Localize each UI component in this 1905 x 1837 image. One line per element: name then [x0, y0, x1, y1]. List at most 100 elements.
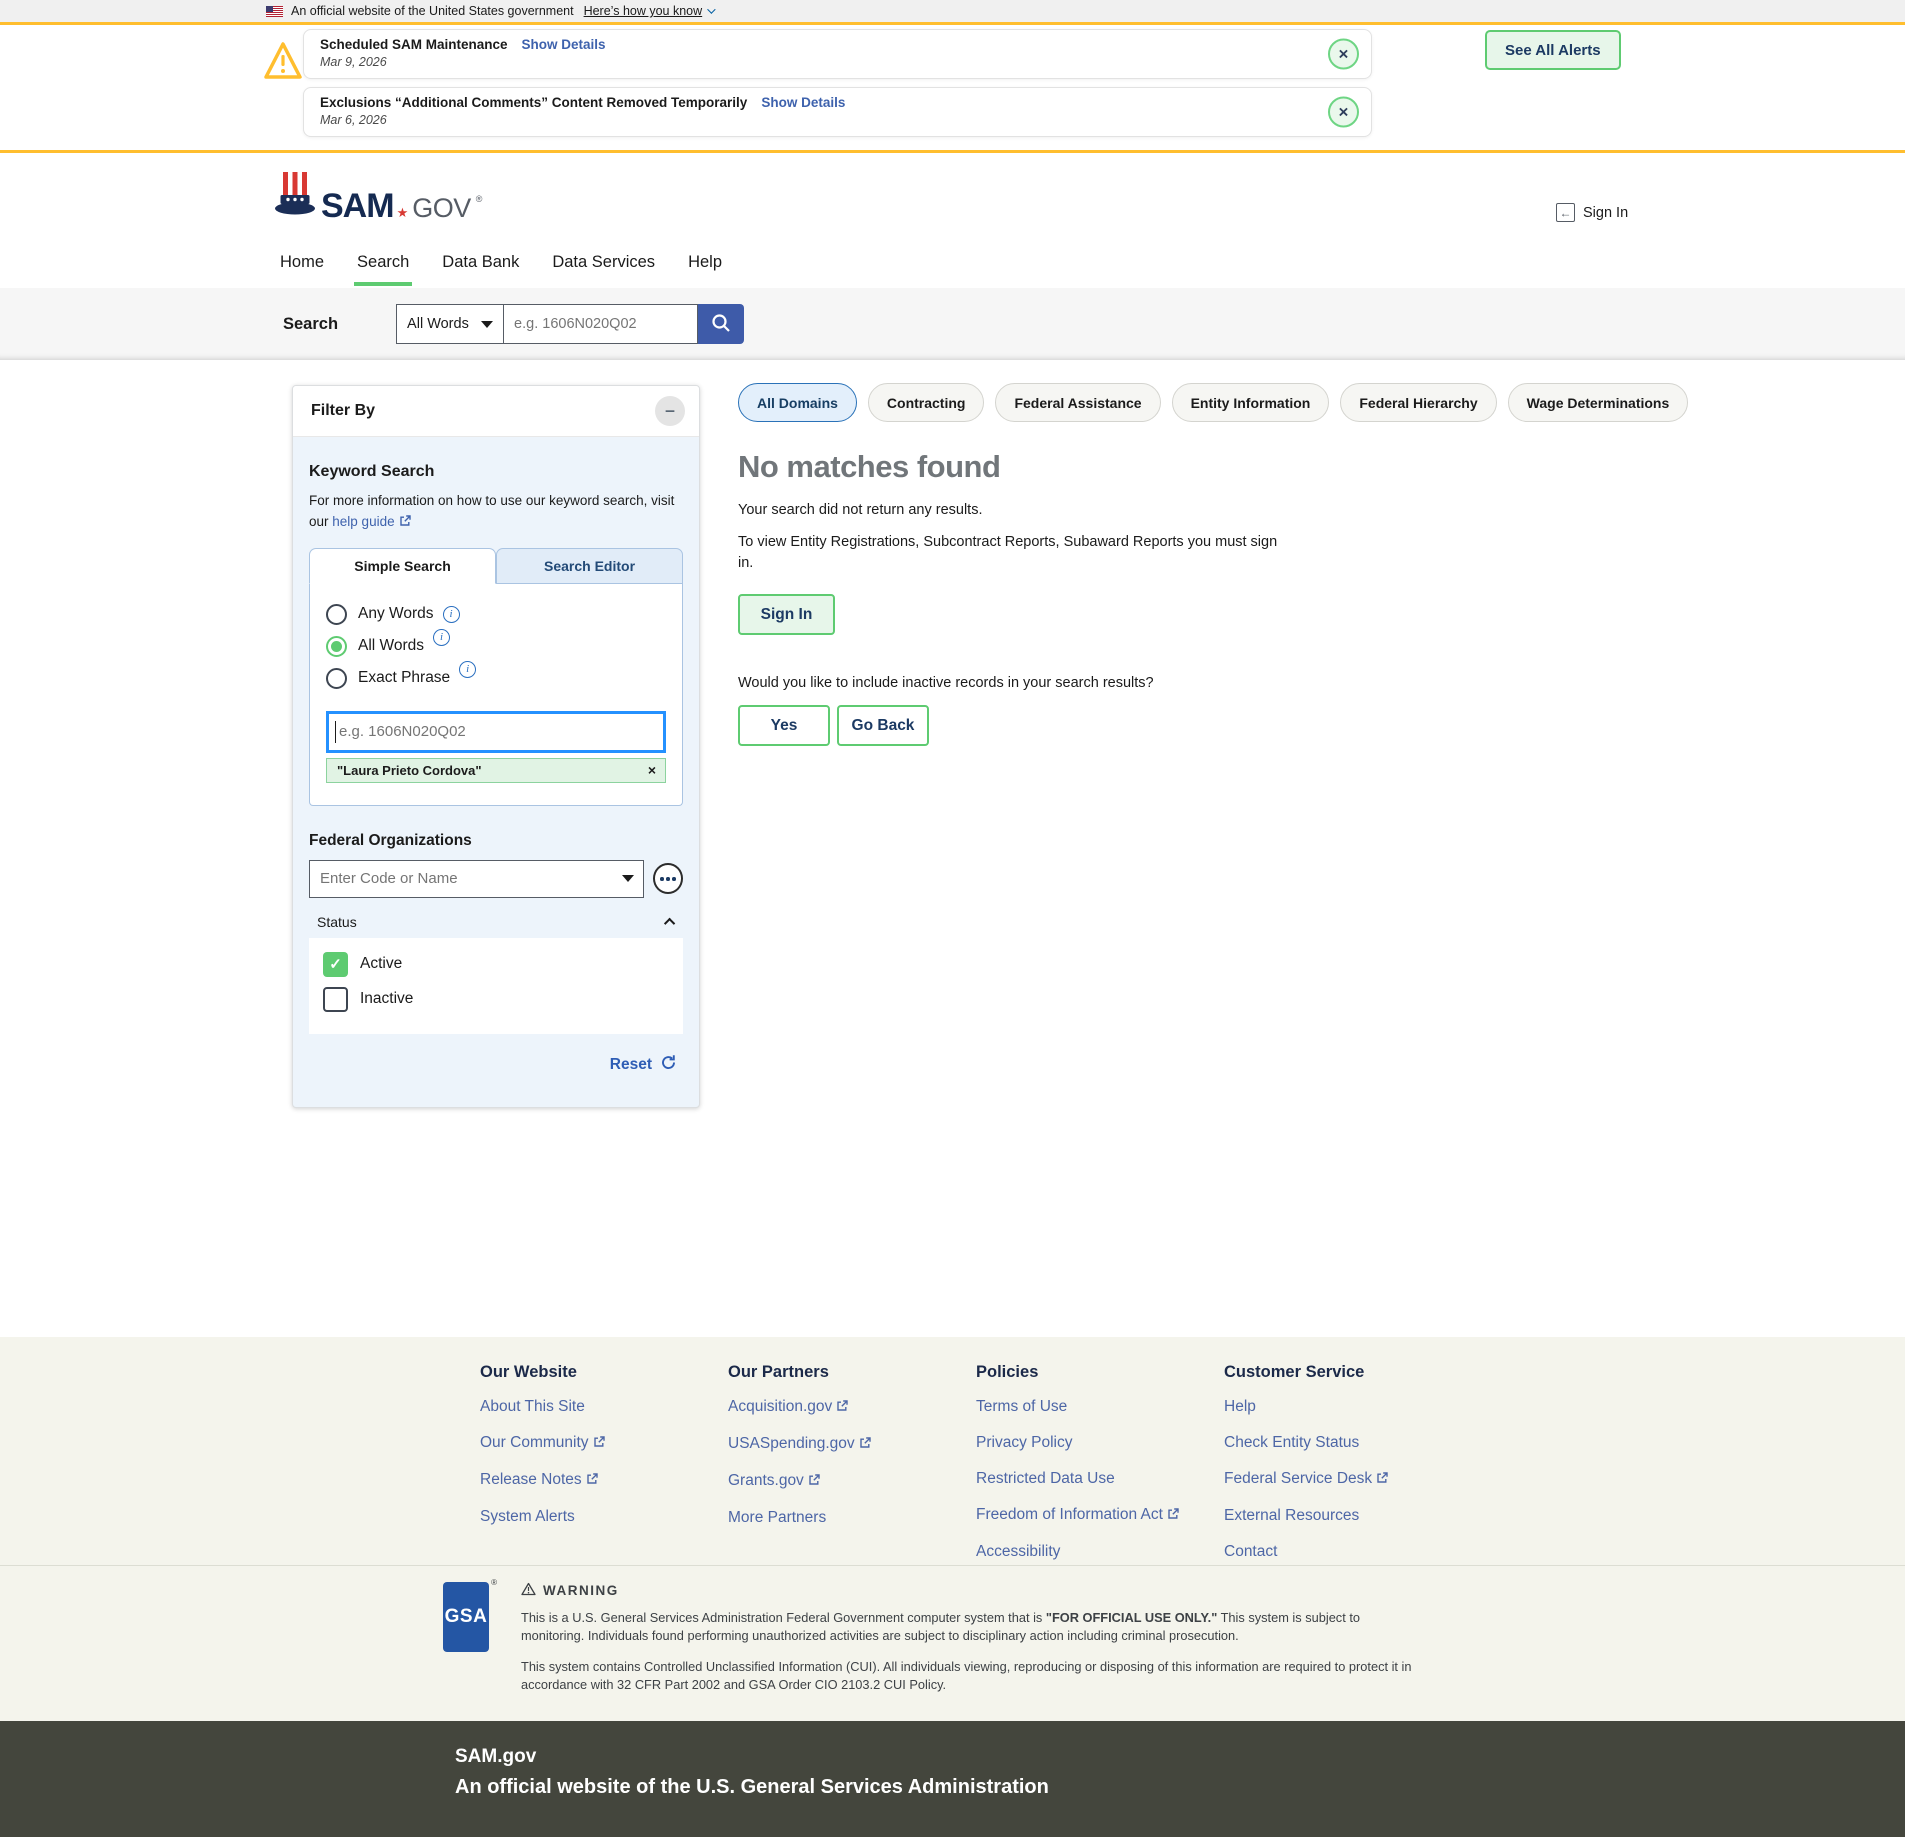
- collapse-filters-button[interactable]: −: [655, 396, 685, 426]
- filter-panel: Filter By − Keyword Search For more info…: [292, 385, 700, 1108]
- reset-filters-link[interactable]: Reset: [610, 1056, 652, 1074]
- main-content: Filter By − Keyword Search For more info…: [0, 360, 1905, 1337]
- checkbox-active[interactable]: ✓: [323, 952, 348, 977]
- enter-arrow-icon: ←: [1556, 203, 1575, 222]
- info-icon[interactable]: i: [433, 629, 450, 646]
- footer-col-our-partners: Our Partners Acquisition.gov USASpending…: [728, 1363, 976, 1565]
- tab-search-editor[interactable]: Search Editor: [496, 548, 683, 584]
- info-icon[interactable]: i: [459, 661, 476, 678]
- yes-button[interactable]: Yes: [738, 705, 830, 746]
- status-options: ✓ Active Inactive: [309, 938, 683, 1034]
- help-guide-link[interactable]: help guide: [332, 514, 410, 529]
- footer-link-our-community[interactable]: Our Community: [480, 1434, 728, 1453]
- alert-title: Exclusions “Additional Comments” Content…: [320, 95, 747, 110]
- search-mode-select[interactable]: All Words: [396, 304, 504, 344]
- footer-link-more-partners[interactable]: More Partners: [728, 1509, 976, 1527]
- nav-item-search[interactable]: Search: [354, 239, 412, 286]
- external-link-icon: [399, 513, 411, 534]
- checkbox-inactive[interactable]: [323, 987, 348, 1012]
- sam-gov-logo[interactable]: SAM★GOV®: [274, 170, 482, 222]
- footer-link-check-entity-status[interactable]: Check Entity Status: [1224, 1434, 1504, 1452]
- footer-col-customer-service: Customer Service Help Check Entity Statu…: [1224, 1363, 1504, 1565]
- footer-link-terms-of-use[interactable]: Terms of Use: [976, 1398, 1224, 1416]
- checkbox-inactive-label: Inactive: [360, 990, 413, 1008]
- no-results-subtitle: Your search did not return any results.: [738, 502, 1538, 518]
- search-input[interactable]: [504, 304, 698, 344]
- radio-all-words[interactable]: [326, 636, 347, 657]
- close-icon[interactable]: ×: [1328, 39, 1359, 70]
- footer-link-privacy-policy[interactable]: Privacy Policy: [976, 1434, 1224, 1452]
- site-header: SAM★GOV® ← Sign In: [0, 153, 1905, 237]
- gsa-warning-band: GSA ® WARNING This is a U.S. General Ser…: [0, 1565, 1905, 1721]
- go-back-button[interactable]: Go Back: [837, 705, 929, 746]
- see-all-alerts-button[interactable]: See All Alerts: [1485, 30, 1621, 70]
- show-details-link[interactable]: Show Details: [522, 37, 606, 52]
- alert-title: Scheduled SAM Maintenance: [320, 37, 508, 52]
- external-link-icon: [1167, 1507, 1179, 1525]
- footer-link-federal-service-desk[interactable]: Federal Service Desk: [1224, 1470, 1504, 1489]
- warning-triangle-small-icon: [521, 1582, 536, 1599]
- radio-exact-phrase[interactable]: [326, 668, 347, 689]
- footer-link-foia[interactable]: Freedom of Information Act: [976, 1506, 1224, 1525]
- footer-link-system-alerts[interactable]: System Alerts: [480, 1508, 728, 1526]
- nav-item-help[interactable]: Help: [685, 239, 725, 286]
- remove-chip-icon[interactable]: ×: [648, 762, 656, 778]
- logo-registered-mark: ®: [476, 194, 483, 204]
- keyword-search-heading: Keyword Search: [309, 463, 683, 481]
- bottom-bar: SAM.gov An official website of the U.S. …: [0, 1721, 1905, 1837]
- nav-item-home[interactable]: Home: [277, 239, 327, 286]
- include-inactive-question: Would you like to include inactive recor…: [738, 675, 1538, 691]
- pill-federal-assistance[interactable]: Federal Assistance: [995, 383, 1160, 422]
- us-flag-icon: [266, 6, 283, 17]
- show-details-link[interactable]: Show Details: [761, 95, 845, 110]
- sign-in-label: Sign In: [1583, 205, 1628, 221]
- more-options-button[interactable]: [653, 863, 683, 894]
- footer-link-usaspending-gov[interactable]: USASpending.gov: [728, 1435, 976, 1454]
- pill-all-domains[interactable]: All Domains: [738, 383, 857, 422]
- pill-contracting[interactable]: Contracting: [868, 383, 985, 422]
- footer-link-restricted-data-use[interactable]: Restricted Data Use: [976, 1470, 1224, 1488]
- tab-simple-search[interactable]: Simple Search: [309, 548, 496, 584]
- chevron-up-icon: [664, 918, 675, 929]
- footer-link-about-this-site[interactable]: About This Site: [480, 1398, 728, 1416]
- federal-org-combo-input[interactable]: [309, 860, 644, 898]
- close-icon[interactable]: ×: [1328, 97, 1359, 128]
- reset-icon[interactable]: [660, 1054, 677, 1076]
- footer-link-contact[interactable]: Contact: [1224, 1543, 1504, 1561]
- keyword-input[interactable]: [326, 711, 666, 753]
- alert-maintenance: Scheduled SAM Maintenance Show Details M…: [303, 29, 1372, 79]
- footer-links: Our Website About This Site Our Communit…: [0, 1337, 1905, 1565]
- nav-item-data-services[interactable]: Data Services: [549, 239, 658, 286]
- how-you-know-link[interactable]: Here’s how you know: [584, 4, 714, 18]
- caret-down-icon[interactable]: [622, 875, 634, 882]
- pill-entity-information[interactable]: Entity Information: [1172, 383, 1330, 422]
- footer-link-accessibility[interactable]: Accessibility: [976, 1543, 1224, 1561]
- footer-heading: Customer Service: [1224, 1363, 1504, 1382]
- help-guide-label: help guide: [332, 514, 394, 529]
- warning-paragraph-1: This is a U.S. General Services Administ…: [521, 1609, 1413, 1645]
- info-icon[interactable]: i: [443, 606, 460, 623]
- pill-wage-determinations[interactable]: Wage Determinations: [1508, 383, 1689, 422]
- uncle-sam-hat-icon: [274, 170, 316, 222]
- footer-link-acquisition-gov[interactable]: Acquisition.gov: [728, 1398, 976, 1417]
- footer-col-policies: Policies Terms of Use Privacy Policy Res…: [976, 1363, 1224, 1565]
- alert-date: Mar 9, 2026: [320, 55, 1315, 69]
- filter-header: Filter By −: [293, 386, 699, 437]
- how-you-know-label: Here’s how you know: [584, 4, 703, 18]
- footer-link-grants-gov[interactable]: Grants.gov: [728, 1472, 976, 1491]
- bottom-site-name: SAM.gov: [455, 1746, 1905, 1768]
- footer-link-external-resources[interactable]: External Resources: [1224, 1507, 1504, 1525]
- status-header[interactable]: Status: [317, 914, 675, 930]
- radio-any-words-label: Any Words: [358, 605, 434, 623]
- radio-any-words[interactable]: [326, 604, 347, 625]
- pill-federal-hierarchy[interactable]: Federal Hierarchy: [1340, 383, 1496, 422]
- footer-link-release-notes[interactable]: Release Notes: [480, 1471, 728, 1490]
- sign-in-button[interactable]: Sign In: [738, 594, 835, 635]
- radio-exact-phrase-label: Exact Phrase: [358, 669, 450, 687]
- warning-block: WARNING This is a U.S. General Services …: [521, 1582, 1413, 1721]
- nav-item-data-bank[interactable]: Data Bank: [439, 239, 522, 286]
- search-mode-value: All Words: [407, 316, 469, 332]
- sign-in-link[interactable]: ← Sign In: [1556, 203, 1628, 222]
- footer-link-help[interactable]: Help: [1224, 1398, 1504, 1416]
- search-button[interactable]: [698, 304, 744, 344]
